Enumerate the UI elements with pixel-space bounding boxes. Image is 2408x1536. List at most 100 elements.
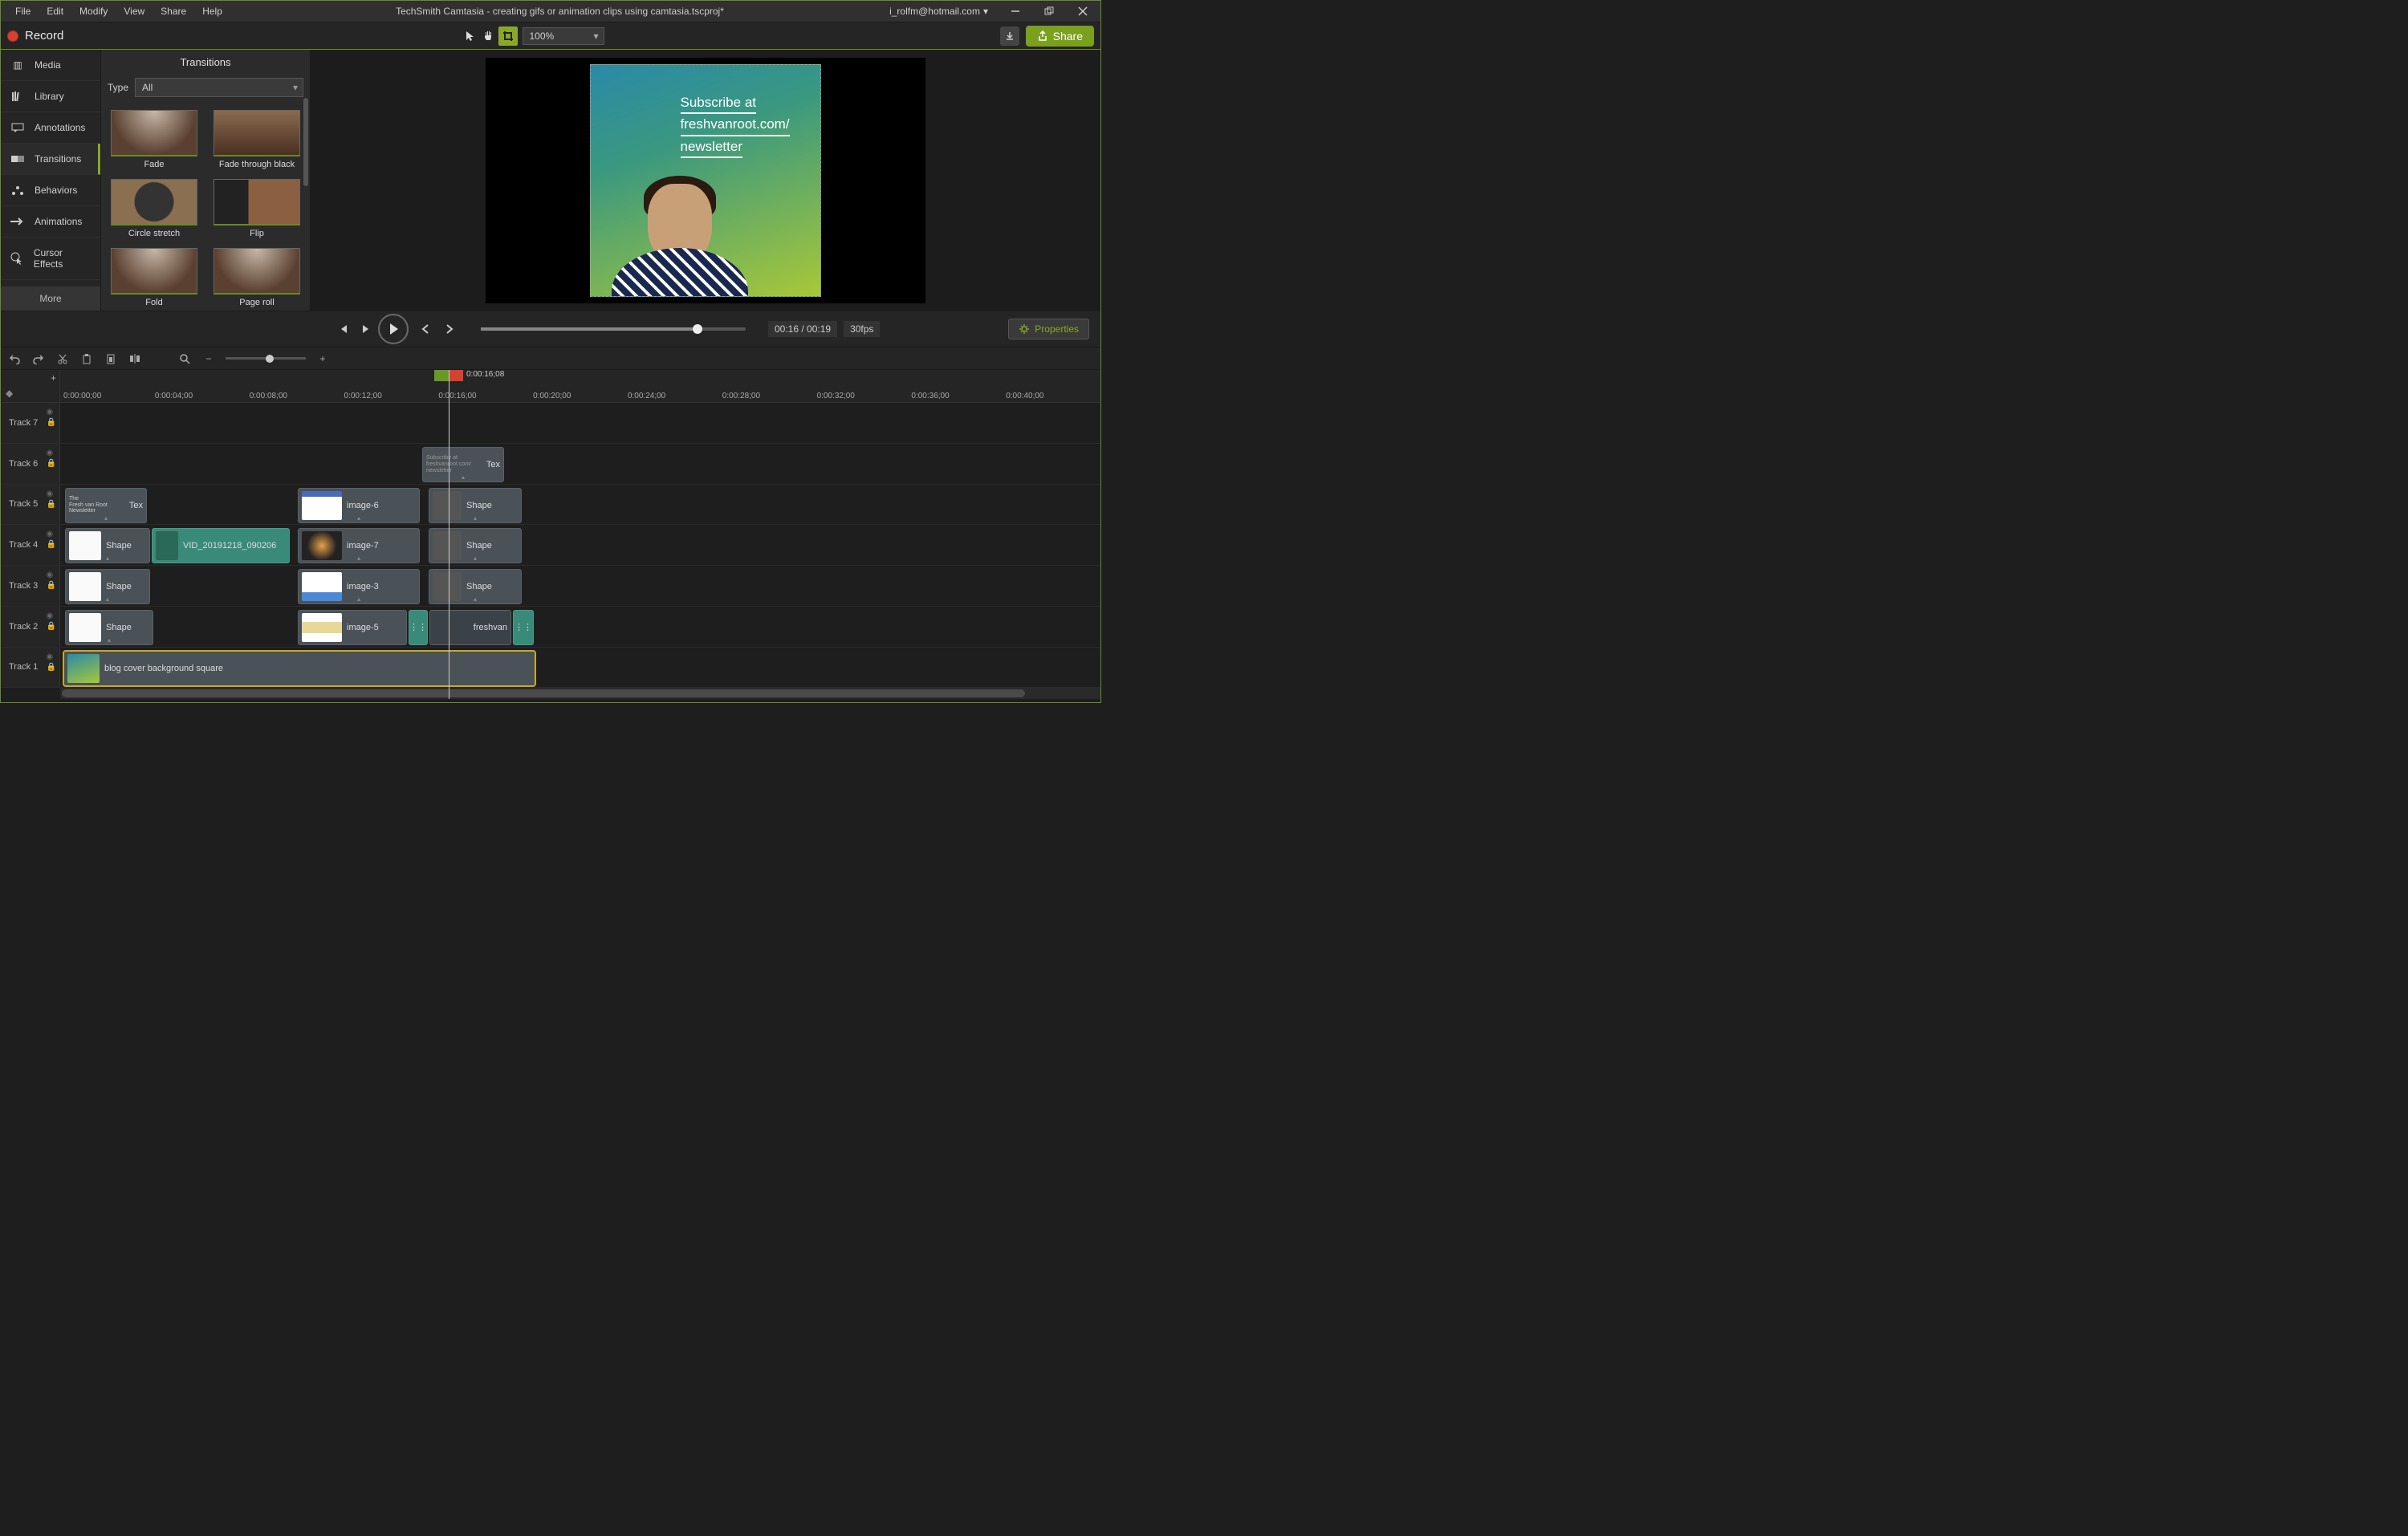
transition-item-fade-through-black[interactable]: Fade through black bbox=[210, 110, 303, 169]
sidebar-tab-annotations[interactable]: Annotations bbox=[1, 112, 100, 144]
transition-item-fade[interactable]: Fade bbox=[108, 110, 201, 169]
clip-transition[interactable]: ⋮⋮ bbox=[513, 610, 534, 645]
seek-bar[interactable] bbox=[481, 327, 746, 331]
clip-text[interactable]: The Fresh van Root Newsletter Tex ▴ bbox=[65, 488, 147, 523]
clip-background[interactable]: blog cover background square bbox=[63, 651, 535, 686]
canvas-content[interactable]: Subscribe at freshvanroot.com/ newslette… bbox=[590, 64, 821, 297]
clip-image[interactable]: image-7 ▴ bbox=[298, 528, 420, 563]
scrollbar-thumb[interactable] bbox=[62, 689, 1025, 697]
transition-item-flip[interactable]: Flip bbox=[210, 179, 303, 238]
crop-tool[interactable] bbox=[498, 26, 518, 46]
clip-shape[interactable]: Shape ▴ bbox=[65, 610, 153, 645]
type-dropdown[interactable]: All bbox=[135, 78, 303, 97]
track-content[interactable]: Subscribe atfreshvanroot.com/newsletter … bbox=[60, 444, 1100, 484]
close-button[interactable] bbox=[1072, 3, 1094, 19]
track-visibility-icon[interactable]: ◉ bbox=[47, 490, 56, 498]
copy-button[interactable] bbox=[79, 351, 94, 366]
prev-frame-button[interactable] bbox=[333, 319, 352, 339]
track-visibility-icon[interactable]: ◉ bbox=[47, 530, 56, 538]
redo-button[interactable] bbox=[31, 351, 46, 366]
clip-image[interactable]: image-5 bbox=[298, 610, 407, 645]
undo-button[interactable] bbox=[7, 351, 22, 366]
track-header[interactable]: Track 1 ◉🔒 bbox=[1, 648, 60, 688]
track-lock-icon[interactable]: 🔒 bbox=[47, 500, 56, 509]
clip-shape[interactable]: Shape ▴ bbox=[65, 528, 150, 563]
user-account-dropdown[interactable]: i_rolfm@hotmail.com ▾ bbox=[889, 6, 988, 17]
track-lock-icon[interactable]: 🔒 bbox=[47, 663, 56, 672]
sidebar-tab-animations[interactable]: Animations bbox=[1, 206, 100, 238]
clip-shape[interactable]: Shape ▴ bbox=[429, 528, 522, 563]
pan-tool[interactable] bbox=[479, 26, 498, 46]
track-lock-icon[interactable]: 🔒 bbox=[47, 459, 56, 468]
download-button[interactable] bbox=[1000, 26, 1019, 46]
sidebar-tab-cursor-effects[interactable]: Cursor Effects bbox=[1, 238, 100, 280]
track-content[interactable]: Shape ▴ image-5 ⋮⋮ freshvan ⋮⋮ bbox=[60, 607, 1100, 647]
zoom-slider-thumb[interactable] bbox=[266, 355, 274, 363]
sidebar-tab-media[interactable]: ▥ Media bbox=[1, 50, 100, 81]
menu-share[interactable]: Share bbox=[153, 2, 194, 20]
track-header[interactable]: Track 4 ◉🔒 bbox=[1, 525, 60, 565]
clip-text[interactable]: Subscribe atfreshvanroot.com/newsletter … bbox=[422, 447, 504, 482]
menu-modify[interactable]: Modify bbox=[71, 2, 116, 20]
split-button[interactable] bbox=[128, 351, 142, 366]
menu-edit[interactable]: Edit bbox=[39, 2, 71, 20]
track-content[interactable]: blog cover background square bbox=[60, 648, 1100, 688]
track-header[interactable]: Track 3 ◉🔒 bbox=[1, 566, 60, 606]
transition-item-fold[interactable]: Fold bbox=[108, 248, 201, 307]
zoom-in-button[interactable]: + bbox=[315, 351, 330, 366]
clip-image[interactable]: image-6 ▴ bbox=[298, 488, 420, 523]
paste-button[interactable] bbox=[104, 351, 118, 366]
track-header[interactable]: Track 6 ◉🔒 bbox=[1, 444, 60, 484]
track-header[interactable]: Track 7 ◉🔒 bbox=[1, 403, 60, 443]
track-content[interactable] bbox=[60, 403, 1100, 443]
timeline-zoom-slider[interactable] bbox=[226, 357, 306, 360]
next-marker-button[interactable] bbox=[439, 319, 458, 339]
track-lock-icon[interactable]: 🔒 bbox=[47, 540, 56, 549]
seek-thumb[interactable] bbox=[693, 324, 702, 334]
timeline-ruler[interactable]: 0:00:16;08 0:00:00;00 0:00:04;00 0:00:08… bbox=[60, 370, 1100, 402]
track-header[interactable]: Track 5 ◉🔒 bbox=[1, 485, 60, 525]
menu-view[interactable]: View bbox=[116, 2, 153, 20]
sidebar-more-button[interactable]: More bbox=[1, 286, 100, 311]
track-visibility-icon[interactable]: ◉ bbox=[47, 571, 56, 579]
zoom-dropdown[interactable]: 100% bbox=[523, 27, 604, 45]
track-content[interactable]: The Fresh van Root Newsletter Tex ▴ imag… bbox=[60, 485, 1100, 525]
track-lock-icon[interactable]: 🔒 bbox=[47, 581, 56, 590]
marker-toggle-icon[interactable]: ◆ bbox=[6, 388, 13, 399]
clip-shape[interactable]: Shape ▴ bbox=[429, 488, 522, 523]
clip-video[interactable]: freshvan bbox=[429, 610, 511, 645]
minimize-button[interactable] bbox=[1004, 3, 1027, 19]
track-visibility-icon[interactable]: ◉ bbox=[47, 449, 56, 457]
transitions-scrollbar[interactable] bbox=[303, 98, 308, 307]
track-visibility-icon[interactable]: ◉ bbox=[47, 612, 56, 620]
play-button[interactable] bbox=[378, 314, 409, 344]
track-header[interactable]: Track 2 ◉🔒 bbox=[1, 607, 60, 647]
track-visibility-icon[interactable]: ◉ bbox=[47, 652, 56, 661]
sidebar-tab-behaviors[interactable]: Behaviors bbox=[1, 175, 100, 206]
track-content[interactable]: Shape ▴ image-3 ▴ Shape ▴ bbox=[60, 566, 1100, 606]
share-button[interactable]: Share bbox=[1026, 26, 1094, 47]
menu-help[interactable]: Help bbox=[194, 2, 230, 20]
clip-transition[interactable]: ⋮⋮ bbox=[409, 610, 428, 645]
scrollbar-thumb[interactable] bbox=[303, 98, 308, 186]
cut-button[interactable] bbox=[55, 351, 70, 366]
maximize-button[interactable] bbox=[1038, 3, 1060, 19]
select-tool[interactable] bbox=[460, 26, 479, 46]
track-lock-icon[interactable]: 🔒 bbox=[47, 622, 56, 631]
add-track-button[interactable]: + bbox=[51, 372, 56, 384]
track-lock-icon[interactable]: 🔒 bbox=[47, 418, 56, 427]
sidebar-tab-transitions[interactable]: Transitions bbox=[1, 144, 100, 175]
menu-file[interactable]: File bbox=[7, 2, 39, 20]
zoom-out-button[interactable]: − bbox=[201, 351, 216, 366]
record-button[interactable]: Record bbox=[7, 29, 63, 43]
canvas[interactable]: Subscribe at freshvanroot.com/ newslette… bbox=[486, 58, 925, 303]
prev-marker-button[interactable] bbox=[417, 319, 436, 339]
properties-button[interactable]: Properties bbox=[1008, 319, 1089, 339]
transition-item-circle-stretch[interactable]: Circle stretch bbox=[108, 179, 201, 238]
clip-shape[interactable]: Shape ▴ bbox=[429, 569, 522, 604]
clip-image[interactable]: image-3 ▴ bbox=[298, 569, 420, 604]
track-visibility-icon[interactable]: ◉ bbox=[47, 408, 56, 417]
transition-item-page-roll[interactable]: Page roll bbox=[210, 248, 303, 307]
step-forward-button[interactable] bbox=[356, 319, 375, 339]
track-content[interactable]: Shape ▴ VID_20191218_090206 image-7 ▴ Sh… bbox=[60, 525, 1100, 565]
